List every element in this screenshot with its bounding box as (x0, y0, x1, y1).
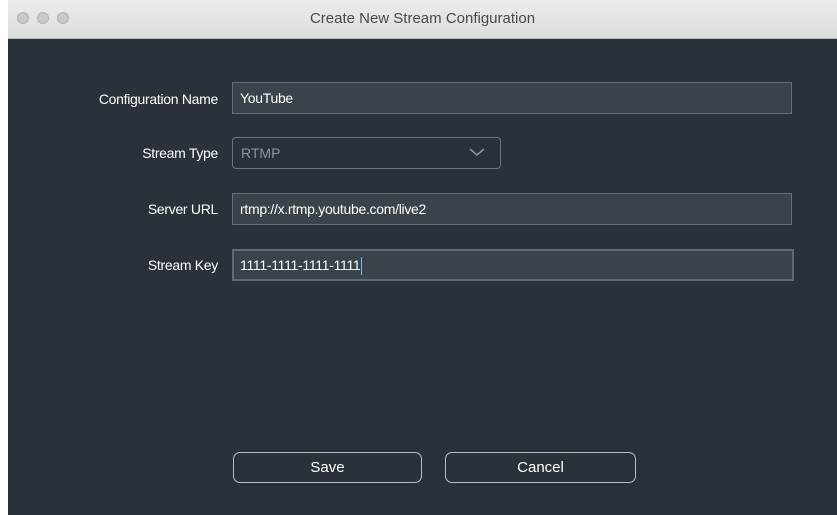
stream-type-label: Stream Type (142, 145, 218, 161)
server-url-label: Server URL (147, 201, 218, 217)
stream-key-value: 1111-1111-1111-1111 (240, 257, 361, 273)
stream-type-select[interactable]: RTMP (232, 137, 501, 169)
server-url-field[interactable]: rtmp://x.rtmp.youtube.com/live2 (232, 193, 792, 225)
chevron-down-icon (469, 148, 485, 157)
config-name-field[interactable]: YouTube (232, 82, 792, 114)
window-title: Create New Stream Configuration (309, 10, 536, 27)
text-caret (361, 257, 363, 276)
title-bar: Create New Stream Configuration (8, 0, 837, 39)
server-url-value: rtmp://x.rtmp.youtube.com/live2 (240, 201, 426, 217)
stream-type-value: RTMP (241, 145, 281, 161)
config-name-value: YouTube (240, 90, 293, 106)
stream-key-label: Stream Key (147, 257, 218, 273)
config-name-label: Configuration Name (98, 91, 218, 107)
stream-config-window: Create New Stream Configuration Configur… (8, 0, 837, 515)
cancel-button[interactable]: Cancel (445, 452, 636, 483)
stream-key-field[interactable]: 1111-1111-1111-1111 (232, 249, 794, 281)
save-button[interactable]: Save (233, 452, 422, 483)
